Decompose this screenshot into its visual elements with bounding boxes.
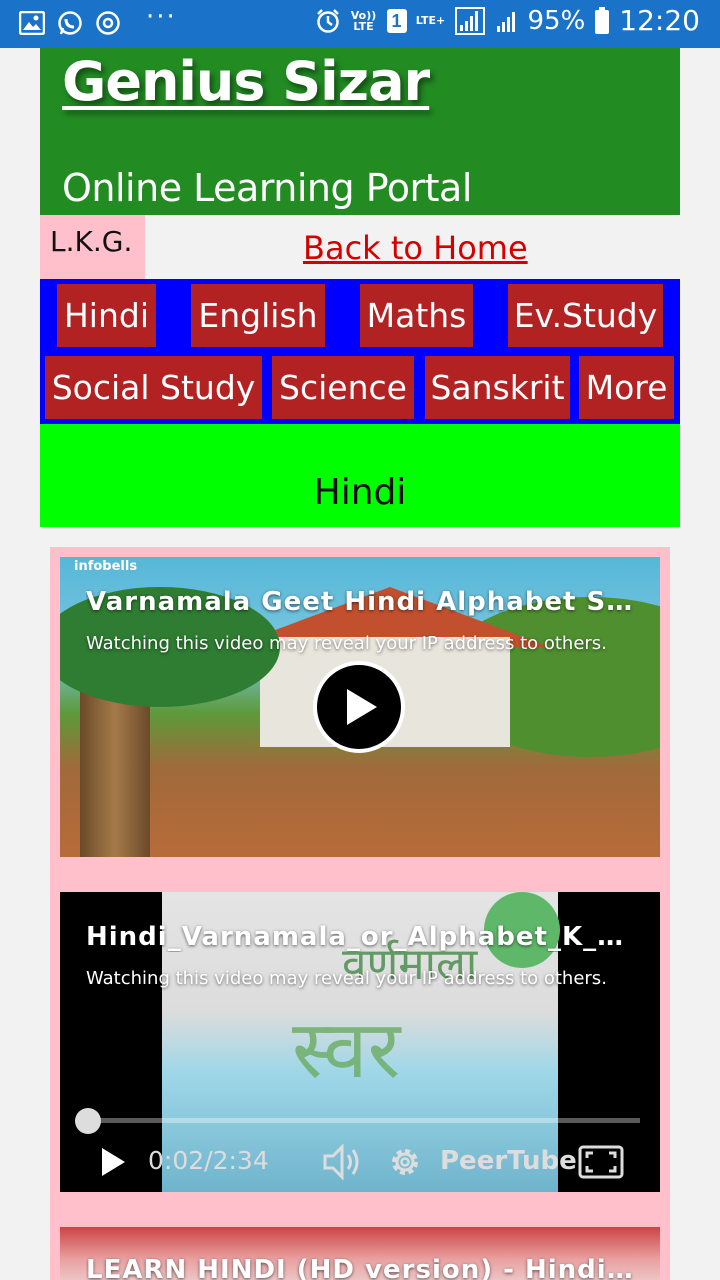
settings-button[interactable] [388,1140,422,1184]
sim-icon: 1 [386,7,408,35]
subject-nav: Hindi English Maths Ev.Study Social Stud… [40,279,680,424]
network-type: LTE+ [415,14,446,27]
play-button[interactable] [313,661,405,753]
current-time: 0:02 [148,1146,205,1175]
progress-bar[interactable] [88,1118,640,1123]
section-header: Hindi [40,424,680,527]
more-notifications-icon: ··· [146,2,177,32]
site-subtitle: Online Learning Portal [62,166,472,210]
status-bar: ··· Vo)) LTE 1 LTE+ 95% 12:20 [0,0,720,48]
volume-button[interactable] [322,1140,364,1184]
subject-social-study-button[interactable]: Social Study [45,356,262,419]
fullscreen-button[interactable] [578,1140,624,1184]
site-header: Genius Sizar Online Learning Portal [40,48,680,215]
video-title[interactable]: Hindi_Varnamala_or_Alphabet_K_Kh… [86,922,641,952]
status-bar-left: ··· [18,2,177,38]
duration: 2:34 [212,1146,269,1175]
fullscreen-icon [578,1145,624,1179]
grade-row: L.K.G. Back to Home [40,215,680,279]
ip-warning-text: Watching this video may reveal your IP a… [86,633,607,654]
subject-science-button[interactable]: Science [272,356,414,419]
section-title: Hindi [313,472,407,513]
subject-hindi-button[interactable]: Hindi [57,284,156,347]
status-bar-right: Vo)) LTE 1 LTE+ 95% 12:20 [314,4,700,37]
volte-label: Vo)) LTE [350,8,377,33]
subject-more-button[interactable]: More [579,356,674,419]
signal-strength-icon [454,6,486,35]
volume-icon [323,1144,359,1180]
play-icon [347,689,377,725]
thumbnail-watermark: infobells [74,559,138,574]
play-button[interactable] [100,1140,126,1184]
clock: 12:20 [619,4,700,37]
battery-icon [593,6,611,35]
subject-english-button[interactable]: English [191,284,325,347]
whatsapp-icon [56,9,84,37]
time-display: 0:02/2:34 [148,1146,269,1175]
site-title[interactable]: Genius Sizar [62,50,430,113]
play-icon [102,1148,125,1176]
subject-maths-button[interactable]: Maths [360,284,473,347]
ip-warning-text: Watching this video may reveal your IP a… [86,968,607,989]
thumbnail-text: स्वर [292,1003,401,1096]
sync-icon [94,9,122,37]
gallery-icon [18,9,46,37]
subject-evstudy-button[interactable]: Ev.Study [508,284,663,347]
gear-icon [392,1149,418,1175]
sim-slot-label: 1 [386,8,407,33]
alarm-icon [314,7,342,35]
video-player-2[interactable]: वर्णमाला स्वर Hindi_Varnamala_or_Alphabe… [60,892,660,1192]
back-to-home-link[interactable]: Back to Home [303,229,528,267]
video-player-3[interactable]: LEARN HINDI (HD version) - Hindi… [60,1227,660,1280]
video-list: infobells Varnamala Geet Hindi Alphabet … [50,547,670,1280]
player-controls: 0:02/2:34 PeerTube [60,1140,660,1184]
video-title[interactable]: LEARN HINDI (HD version) - Hindi… [86,1255,641,1280]
peertube-link[interactable]: PeerTube [440,1146,577,1176]
video-player-1[interactable]: infobells Varnamala Geet Hindi Alphabet … [60,557,660,857]
subject-sanskrit-button[interactable]: Sanskrit [425,356,570,419]
grade-label: L.K.G. [40,215,145,279]
signal-strength-2-icon [494,7,520,35]
battery-percent: 95% [527,5,586,36]
video-title[interactable]: Varnamala Geet Hindi Alphabet Song [86,587,641,617]
progress-scrubber[interactable] [75,1108,101,1134]
